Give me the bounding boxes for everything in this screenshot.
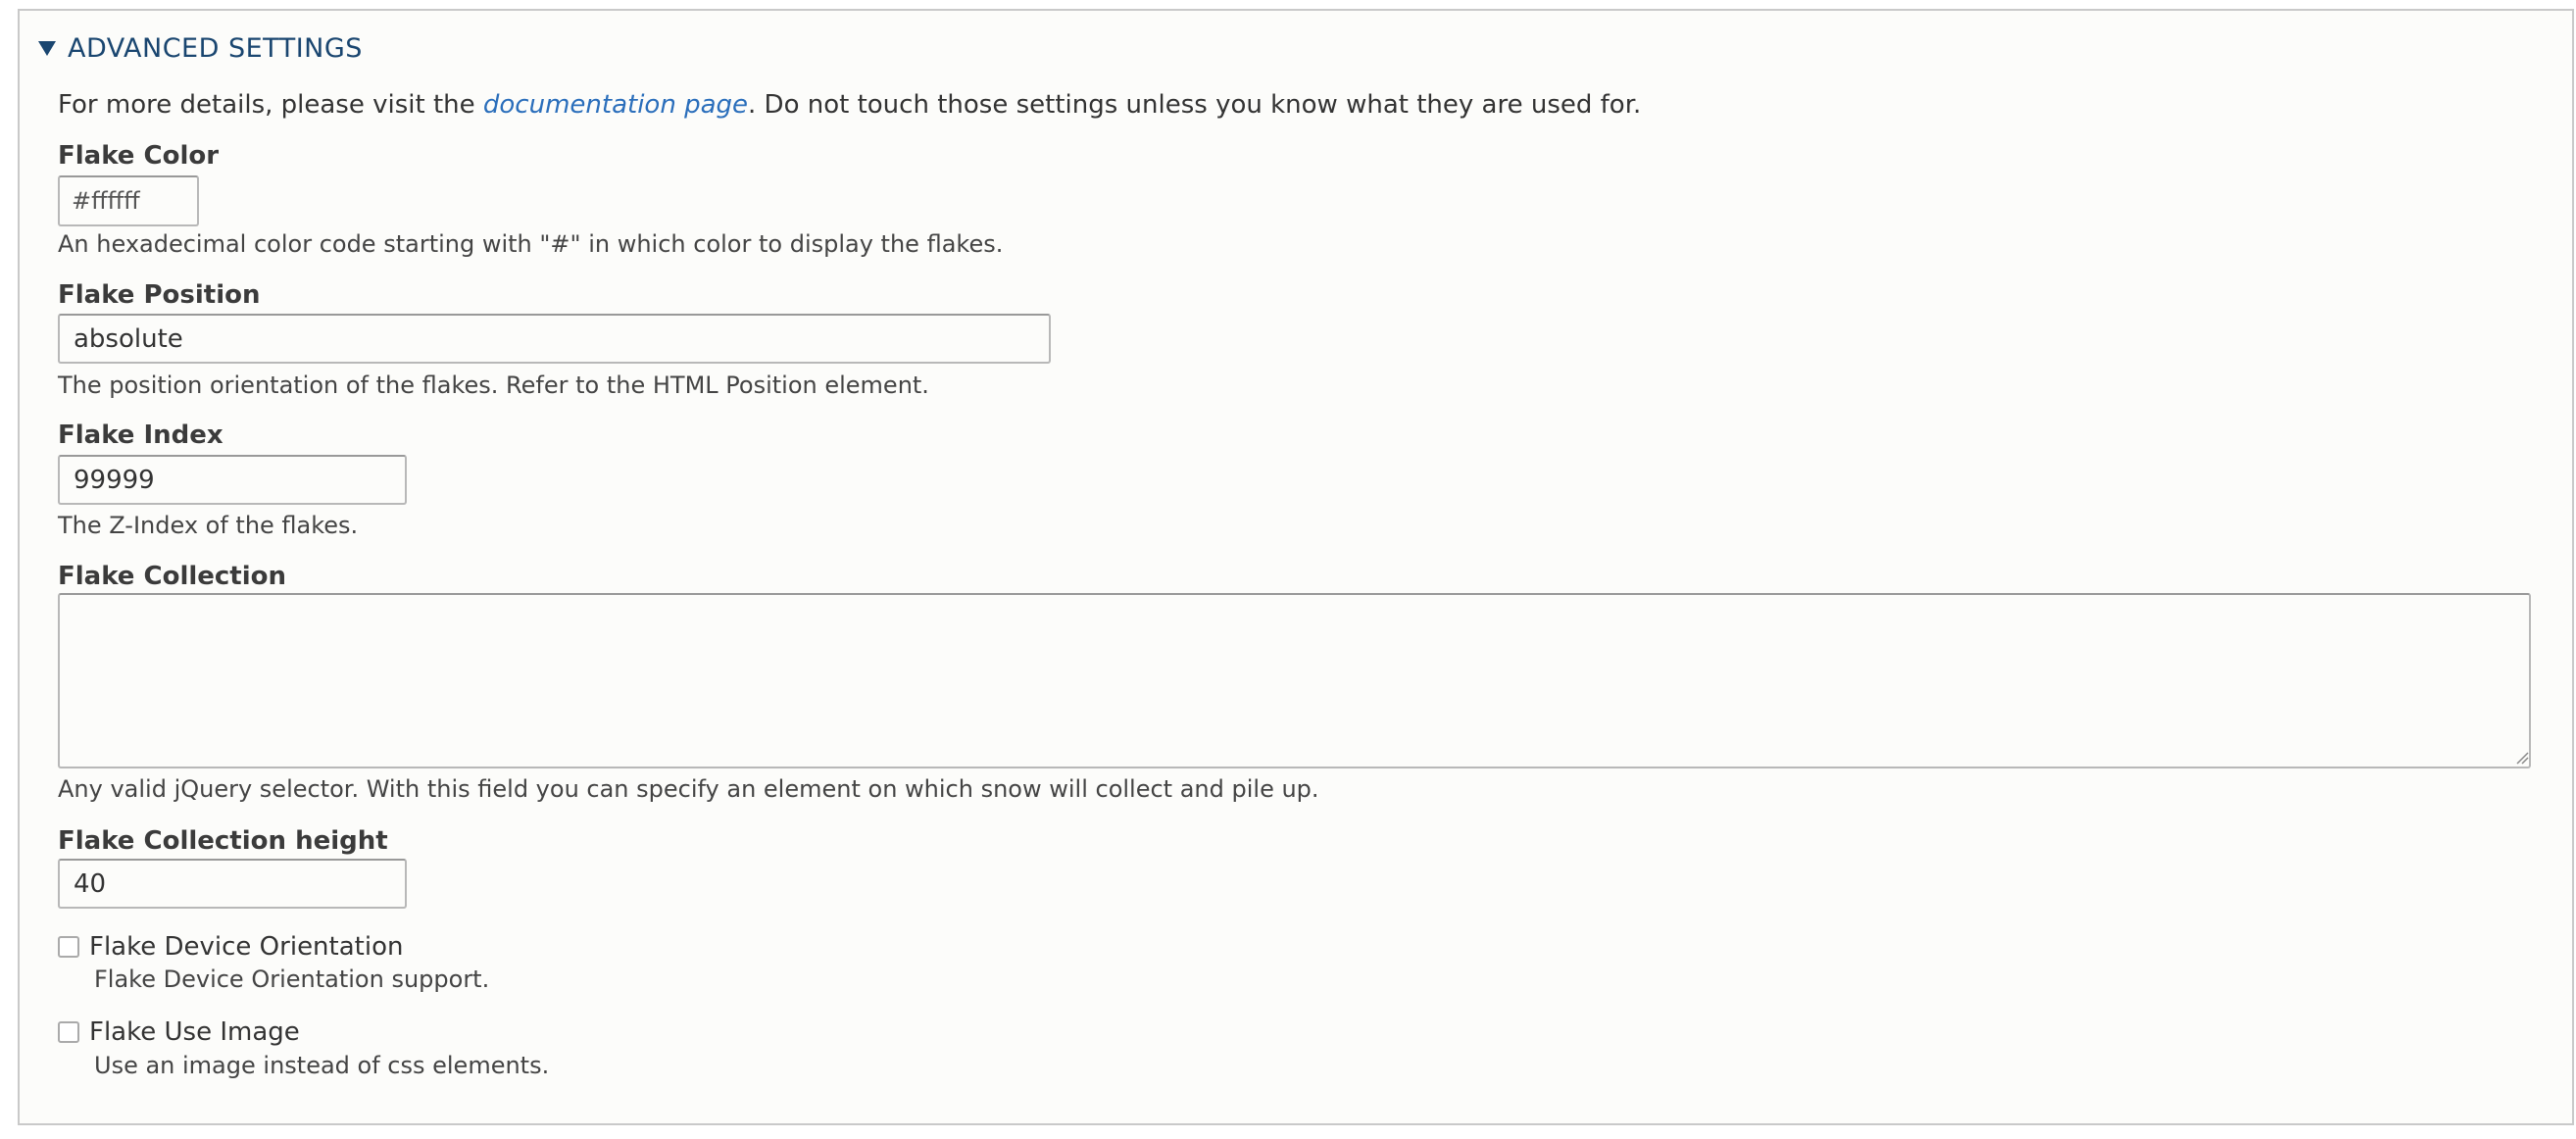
flake-device-orientation-help: Flake Device Orientation support. <box>94 966 490 993</box>
flake-color-input[interactable] <box>58 175 199 226</box>
flake-color-help: An hexadecimal color code starting with … <box>58 230 1004 258</box>
flake-use-image-row: Flake Use Image <box>58 1017 300 1047</box>
flake-position-input[interactable] <box>58 314 1051 364</box>
flake-use-image-checkbox[interactable] <box>58 1021 79 1043</box>
flake-use-image-label[interactable]: Flake Use Image <box>89 1017 300 1047</box>
flake-collection-height-input[interactable] <box>58 859 407 909</box>
flake-position-label: Flake Position <box>58 280 261 310</box>
section-title: ADVANCED SETTINGS <box>68 33 363 64</box>
flake-collection-textarea[interactable] <box>58 593 2531 768</box>
flake-collection-height-label: Flake Collection height <box>58 826 388 856</box>
documentation-link[interactable]: documentation page <box>483 90 748 120</box>
flake-collection-help: Any valid jQuery selector. With this fie… <box>58 775 1319 803</box>
section-description: For more details, please visit the docum… <box>58 90 1642 120</box>
flake-device-orientation-row: Flake Device Orientation <box>58 932 403 962</box>
advanced-settings-toggle[interactable]: ADVANCED SETTINGS <box>38 33 363 64</box>
flake-index-label: Flake Index <box>58 421 223 450</box>
flake-color-label: Flake Color <box>58 141 220 171</box>
flake-position-help: The position orientation of the flakes. … <box>58 371 929 399</box>
triangle-down-icon <box>38 41 56 56</box>
flake-device-orientation-checkbox[interactable] <box>58 936 79 958</box>
flake-index-help: The Z-Index of the flakes. <box>58 512 359 539</box>
resize-grip-icon[interactable] <box>2515 751 2529 765</box>
flake-collection-label: Flake Collection <box>58 562 287 591</box>
flake-index-input[interactable] <box>58 455 407 505</box>
flake-device-orientation-label[interactable]: Flake Device Orientation <box>89 932 403 962</box>
flake-use-image-help: Use an image instead of css elements. <box>94 1052 550 1079</box>
